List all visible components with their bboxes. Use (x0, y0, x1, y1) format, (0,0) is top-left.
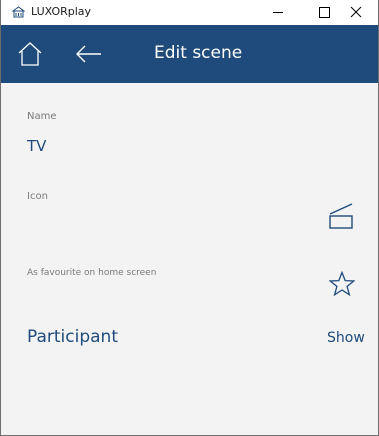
edit-scene-form: Name TV Icon As favourite on home screen… (1, 83, 378, 435)
name-field[interactable]: TV (27, 137, 46, 155)
close-button[interactable] (333, 0, 378, 25)
scene-icon-picker[interactable] (328, 198, 354, 232)
back-button[interactable] (74, 41, 104, 67)
minimize-button[interactable] (255, 0, 301, 25)
arrow-left-icon (76, 45, 101, 63)
scene-icon (329, 203, 353, 229)
minimize-icon (273, 12, 283, 13)
icon-label: Icon (27, 191, 48, 202)
home-icon (18, 42, 42, 66)
star-outline-icon (328, 270, 356, 297)
show-participants-link[interactable]: Show (327, 330, 365, 347)
app-logo-icon (12, 6, 25, 18)
page-title: Edit scene (154, 43, 243, 63)
favourite-toggle[interactable] (328, 270, 356, 297)
name-label: Name (27, 111, 57, 122)
title-bar[interactable]: LUXORplay (1, 0, 378, 25)
app-header: Edit scene (1, 25, 378, 83)
window-title: LUXORplay (31, 5, 92, 18)
participant-heading: Participant (27, 327, 119, 347)
home-button[interactable] (17, 41, 43, 67)
app-window: LUXORplay Edit scene Name TV Icon As fav… (0, 0, 379, 436)
close-icon (350, 6, 362, 18)
favourite-label: As favourite on home screen (27, 268, 157, 278)
